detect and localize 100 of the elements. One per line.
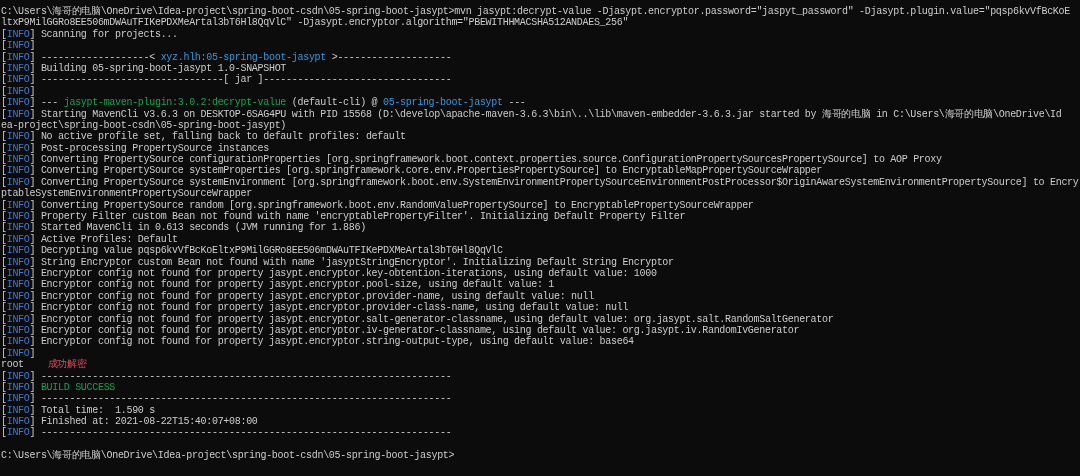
bracket-mark: ]	[29, 290, 36, 302]
bracket-mark: ]	[29, 211, 36, 223]
log-text: Encryptor config not found for property jasypt.encryptor.provider-name, using default value: null	[40, 290, 594, 302]
artifact-name: 05-spring-boot-jasypt	[383, 97, 503, 109]
bracket-mark: [	[1, 62, 7, 74]
log-level-label: INFO	[6, 302, 30, 314]
bracket-mark: ]	[29, 74, 36, 86]
log-text: Encryptor config not found for property jasypt.encryptor.pool-size, using default value: 1	[40, 279, 554, 291]
log-level-label: INFO	[6, 165, 30, 177]
log-text: Encryptor config not found for property jasypt.encryptor.salt-generator-classname, using default value: org.jasypt.salt.RandomSaltGenerator	[40, 313, 834, 325]
bracket-mark: ]	[29, 131, 36, 143]
bracket-mark: [	[1, 268, 7, 279]
bracket-mark: [	[1, 370, 7, 382]
bracket-mark: [	[1, 28, 7, 40]
bracket-mark: [	[1, 324, 7, 336]
log-level-label: INFO	[6, 85, 30, 97]
log-level-label: INFO	[6, 62, 30, 74]
bracket-mark: [	[1, 427, 7, 439]
bracket-mark: ]	[29, 28, 36, 40]
log-level-label: INFO	[6, 51, 30, 63]
bracket-mark: ]	[29, 404, 36, 416]
log-text: ------------------------------------------------------------------------	[40, 393, 452, 405]
bracket-mark: ]	[29, 222, 36, 234]
bracket-mark: ]	[29, 427, 36, 439]
bracket-mark: [	[1, 245, 7, 257]
bracket-mark: [	[1, 336, 7, 348]
log-text: Property Filter custom Bean not found with name 'encryptablePropertyFilter'. Initializing Default Property Filter	[40, 211, 686, 223]
log-level-label: INFO	[6, 176, 30, 188]
log-text: Converting PropertySource random [org.springframework.boot.env.RandomValuePropertySource] to EncryptablePropertySourceWrapper	[40, 199, 754, 211]
bracket-mark: ]	[29, 108, 36, 120]
log-text: Encryptor config not found for property jasypt.encryptor.key-obtention-iterations, using default value: 1000	[40, 268, 657, 279]
log-level-label: INFO	[6, 97, 30, 109]
log-level-label: INFO	[6, 74, 30, 86]
bracket-mark: [	[1, 108, 7, 120]
log-level-label: INFO	[6, 324, 30, 336]
log-level-label: INFO	[6, 199, 30, 211]
log-level-label: INFO	[6, 404, 30, 416]
bracket-mark: [	[1, 211, 7, 223]
log-text: Starting MavenCli v3.6.3 on DESKTOP-6SAG4PU with PID 15568 (D:\develop\apache-maven-3.6.3\bin\..\lib\maven-embedder-3.6.3.jar started by 海哥的电脑 in C:\Users\海哥的电脑\OneDrive\Id	[40, 108, 1062, 120]
bracket-mark: ]	[29, 279, 36, 291]
log-level-label: INFO	[6, 142, 30, 154]
artifact-name: xyz.hlh:05-spring-boot-jasypt	[160, 51, 326, 63]
log-text: -------------------<	[40, 51, 155, 63]
bracket-mark: [	[1, 131, 7, 143]
log-text: Building 05-spring-boot-jasypt 1.0-SNAPSHOT	[40, 62, 287, 74]
log-level-label: INFO	[6, 370, 30, 382]
log-text: --------------------------------[ jar ]---------------------------------	[40, 74, 452, 86]
log-text: ltxP9MilGGRo8EE506mDWAuTFIKePDXMeArtal3bT6Hl8QqVlC" -Djasypt.encryptor.algorithm="PBEWITHHMACSHA512ANDAES_256"	[1, 17, 629, 29]
bracket-mark: [	[1, 381, 7, 393]
bracket-mark: [	[1, 142, 7, 154]
log-level-label: INFO	[6, 393, 30, 405]
bracket-mark: ]	[29, 97, 36, 109]
log-text: ---	[508, 97, 526, 109]
bracket-mark: ]	[29, 416, 36, 428]
log-level-label: INFO	[6, 108, 30, 120]
log-text: Started MavenCli in 0.613 seconds (JVM running for 1.886)	[40, 222, 366, 234]
log-text: ------------------------------------------------------------------------	[40, 370, 452, 382]
log-text: (default-cli) @	[291, 97, 378, 109]
log-level-label: INFO	[6, 245, 30, 257]
log-text: Post-processing PropertySource instances	[40, 142, 269, 154]
log-text: Finished at: 2021-08-22T15:40:07+08:00	[40, 416, 258, 428]
log-level-label: INFO	[6, 131, 30, 143]
log-level-label: INFO	[6, 416, 30, 428]
log-level-label: INFO	[6, 427, 30, 439]
bracket-mark: [	[1, 416, 7, 428]
log-level-label: INFO	[6, 211, 30, 223]
bracket-mark: [	[1, 199, 7, 211]
log-level-label: INFO	[6, 336, 30, 348]
log-level-label: INFO	[6, 381, 30, 393]
bracket-mark: [	[1, 393, 7, 405]
log-level-label: INFO	[6, 268, 30, 279]
log-text: root	[1, 359, 24, 371]
bracket-mark: ]	[29, 347, 36, 359]
bracket-mark: ]	[29, 142, 36, 154]
log-text: Encryptor config not found for property jasypt.encryptor.iv-generator-classname, using default value: org.jasypt.iv.RandomIvGenerator	[40, 324, 800, 336]
log-text: ptableSystemEnvironmentPropertySourceWrapper	[1, 188, 252, 200]
log-text: Converting PropertySource configurationProperties [org.springframework.boot.context.properties.source.ConfigurationPropertySourcesPropertySource] to AOP Proxy	[40, 154, 942, 166]
bracket-mark: ]	[29, 370, 36, 382]
log-text: ea-project\spring-boot-csdn\05-spring-boot-jasypt)	[1, 119, 287, 131]
bracket-mark: ]	[29, 313, 36, 325]
bracket-mark: ]	[29, 381, 36, 393]
log-level-label: INFO	[6, 40, 30, 52]
log-level-label: INFO	[6, 279, 30, 291]
log-text: C:\Users\海哥的电脑\OneDrive\Idea-project\spring-boot-csdn\05-spring-boot-jasypt>	[1, 450, 455, 462]
bracket-mark: [	[1, 279, 7, 291]
bracket-mark: ]	[29, 233, 36, 245]
log-text: Converting PropertySource systemProperties [org.springframework.core.env.PropertiesPropertySource] to EncryptableMapPropertySourceWrapper	[40, 165, 822, 177]
bracket-mark: ]	[29, 268, 36, 279]
log-text: Encryptor config not found for property jasypt.encryptor.provider-class-name, using default value: null	[40, 302, 629, 314]
bracket-mark: [	[1, 233, 7, 245]
plugin-goal: jasypt-maven-plugin:3.0.2:decrypt-value	[63, 97, 287, 109]
log-text: ---	[40, 97, 59, 109]
log-level-label: INFO	[6, 313, 30, 325]
bracket-mark: ]	[29, 154, 36, 166]
bracket-mark: [	[1, 154, 7, 166]
log-text: ------------------------------------------------------------------------	[40, 427, 452, 439]
log-text: String Encryptor custom Bean not found with name 'jasyptStringEncryptor'. Initializing Default String Encryptor	[40, 256, 674, 268]
bracket-mark: ]	[29, 199, 36, 211]
bracket-mark: [	[1, 97, 7, 109]
log-text: No active profile set, falling back to default profiles: default	[40, 131, 406, 143]
